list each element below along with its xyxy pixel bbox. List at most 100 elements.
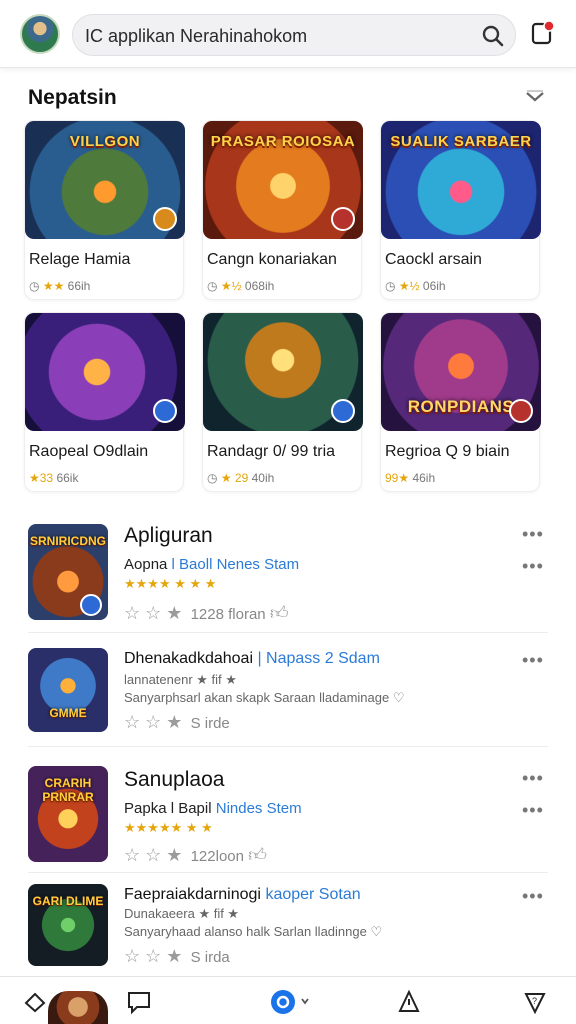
game-card[interactable]: Randagr 0/ 99 tria ◷ ★ 29 40ih <box>202 312 363 492</box>
rating-stars: ★33 <box>29 471 54 485</box>
notification-icon[interactable] <box>530 20 556 46</box>
game-thumbnail: SUALIK SARBAER <box>381 121 541 239</box>
game-name: Regrioa Q 9 biain <box>385 443 510 460</box>
star-outline-icon[interactable]: ☆ ☆ ★ <box>124 712 182 732</box>
rating-row: ☆ ☆ ★ 1228 floran 👍︎ <box>124 602 293 624</box>
app-title: Sanuplaoa <box>124 768 225 791</box>
search-icon[interactable] <box>481 24 505 48</box>
app-thumbnail: CRARIH PRNRAR <box>28 766 108 862</box>
rating-stars: ★ 29 <box>220 471 249 485</box>
title-text: Faepraiakdarninogi <box>124 886 261 903</box>
rating-text: 1228 floran <box>190 606 266 623</box>
play-badge-icon <box>153 399 177 423</box>
rating-stars: ★½ <box>398 279 420 293</box>
rating-text: S irde <box>190 715 230 732</box>
thumb-title: GMME <box>49 706 87 720</box>
game-meta-text: 66ik <box>56 471 79 485</box>
game-art-title: SUALIK SARBAER <box>390 133 532 150</box>
top-bar: IC applikan Nerahinahokom <box>0 0 576 68</box>
game-art-title: VILLGON <box>69 133 141 150</box>
rating-text: S irda <box>190 949 230 966</box>
bottom-nav: ? <box>0 976 576 1024</box>
play-icon <box>80 594 102 616</box>
thumbs-up-icon[interactable]: 👍︎ <box>248 845 267 865</box>
rating-stars: ★★★★ ★ ★ ★ <box>124 576 217 591</box>
game-card[interactable]: Raopeal O9dlain ★33 66ik <box>24 312 185 492</box>
game-name: Randagr 0/ 99 tria <box>207 443 336 460</box>
subtitle-link[interactable]: Nindes Stem <box>216 800 302 817</box>
game-thumbnail <box>203 313 363 431</box>
rating-text: 122loon <box>190 848 244 865</box>
more-options-icon[interactable]: ••• <box>522 800 544 821</box>
star-outline-icon[interactable]: ☆ ☆ ★ <box>124 845 182 865</box>
divider <box>28 746 548 747</box>
more-options-icon[interactable]: ••• <box>522 556 544 577</box>
game-art-title: PRASAR ROIOSAA <box>210 133 356 150</box>
app-line: lannatenenr ★ fif ★ <box>124 672 237 687</box>
rating-stars: ★★ <box>42 279 65 293</box>
game-meta: ★33 66ik <box>29 471 78 485</box>
more-options-icon[interactable]: ••• <box>522 886 544 907</box>
app-line: Dunakaeera ★ fif ★ <box>124 906 240 921</box>
search-input[interactable]: IC applikan Nerahinahokom <box>85 26 307 47</box>
game-name: Caockl arsain <box>385 251 482 268</box>
game-name: Relage Hamia <box>29 251 131 268</box>
badge-icon <box>331 207 355 231</box>
divider <box>28 632 548 633</box>
game-meta-text: 66ih <box>67 279 91 293</box>
chat-icon[interactable] <box>126 989 152 1015</box>
thumb-title: CRARIH PRNRAR <box>42 776 94 804</box>
avatar[interactable] <box>20 14 60 54</box>
app-thumbnail: GMME <box>28 648 108 732</box>
more-options-icon[interactable]: ••• <box>522 524 544 545</box>
game-meta-text: 06ih <box>422 279 446 293</box>
app-thumbnail: SRNIRICDNG <box>28 524 108 620</box>
chevron-down-icon[interactable] <box>524 88 546 104</box>
game-name: Raopeal O9dlain <box>29 443 149 460</box>
title-link[interactable]: kaoper Sotan <box>265 886 360 903</box>
messenger-icon[interactable] <box>270 989 310 1015</box>
thumbs-up-icon[interactable]: 👍︎ <box>270 603 289 623</box>
shield-icon[interactable]: ? <box>522 989 548 1015</box>
more-options-icon[interactable]: ••• <box>522 650 544 671</box>
more-options-icon[interactable]: ••• <box>522 768 544 789</box>
game-card[interactable]: RONPDIANS Regrioa Q 9 biain 99★ 46ih <box>380 312 541 492</box>
app-title: Faepraiakdarninogi kaoper Sotan <box>124 886 361 904</box>
app-title: Dhenakadkdahoai | Napass 2 Sdam <box>124 650 380 668</box>
alert-icon[interactable] <box>396 989 422 1015</box>
subtitle-text: Papka l Bapil <box>124 800 212 817</box>
star-outline-icon[interactable]: ☆ ☆ ★ <box>124 603 182 623</box>
game-meta: ◷ ★½ 068ih <box>207 279 275 293</box>
game-card[interactable]: SUALIK SARBAER Caockl arsain ◷ ★½ 06ih <box>380 120 541 300</box>
home-icon[interactable] <box>22 989 48 1015</box>
section-title: Nepatsin <box>28 86 117 109</box>
app-subtitle: Aopna l Baoll Nenes Stam <box>124 556 299 573</box>
game-meta-text: 46ih <box>412 471 436 485</box>
game-card[interactable]: VILLGON Relage Hamia ◷ ★★ 66ih <box>24 120 185 300</box>
game-card[interactable]: PRASAR ROIOSAA Cangn konariakan ◷ ★½ 068… <box>202 120 363 300</box>
rating-stars: 99★ <box>385 471 410 485</box>
game-meta: ◷ ★½ 06ih <box>385 279 446 293</box>
subtitle-link[interactable]: l Baoll Nenes Stam <box>172 556 300 573</box>
game-meta: 99★ 46ih <box>385 471 435 485</box>
game-meta: ◷ ★★ 66ih <box>29 279 91 293</box>
game-thumbnail <box>25 313 185 431</box>
title-link[interactable]: | Napass 2 Sdam <box>257 650 379 667</box>
game-meta-text: 068ih <box>244 279 275 293</box>
rating-stars: ★½ <box>220 279 242 293</box>
thumb-title: GARI DLIME <box>32 894 104 908</box>
app-screen: IC applikan Nerahinahokom Nepatsin VILLG… <box>0 0 576 1024</box>
badge-icon <box>153 207 177 231</box>
avatar[interactable] <box>48 991 108 1024</box>
game-meta: ◷ ★ 29 40ih <box>207 471 275 485</box>
search-bar[interactable]: IC applikan Nerahinahokom <box>72 14 516 56</box>
rating-stars: ★★★★★ ★ ★ <box>124 820 213 835</box>
game-thumbnail: RONPDIANS <box>381 313 541 431</box>
game-thumbnail: PRASAR ROIOSAA <box>203 121 363 239</box>
game-name: Cangn konariakan <box>207 251 337 268</box>
title-text: Dhenakadkdahoai <box>124 650 253 667</box>
app-title: Apliguran <box>124 524 213 547</box>
app-description: Sanyarphsarl akan skapk Saraan lladamina… <box>124 690 405 705</box>
star-outline-icon[interactable]: ☆ ☆ ★ <box>124 946 182 966</box>
subtitle-text: Aopna <box>124 556 168 573</box>
